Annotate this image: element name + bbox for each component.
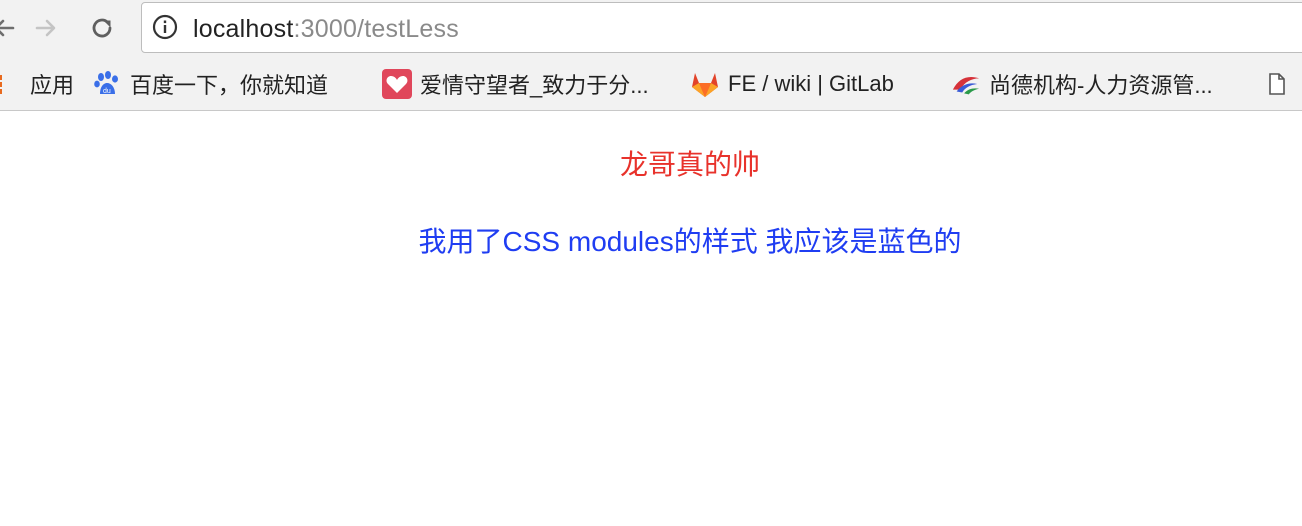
bookmark-apps[interactable]: 应用 [0,66,74,102]
arrow-left-icon [0,19,15,37]
url-host: localhost [193,15,294,43]
svg-text:du: du [103,88,111,95]
bookmark-baidu[interactable]: du 百度一下，你就知道 [92,66,328,102]
info-icon[interactable] [152,14,178,40]
url-path: :3000/testLess [293,15,459,43]
bookmark-label: 尚德机构-人力资源管... [989,73,1213,98]
bookmark-label: 应用 [30,73,75,98]
bookmark-file[interactable] [1262,66,1300,102]
gitlab-fox-icon [690,69,720,99]
red-styled-text: 龙哥真的帅 [619,149,760,180]
arrow-right-icon [35,19,56,37]
reload-button[interactable] [84,10,120,46]
file-icon [1262,69,1292,99]
blue-css-modules-text: 我用了CSS modules的样式 我应该是蓝色的 [418,226,962,257]
forward-button[interactable] [28,10,64,46]
back-button[interactable] [0,10,22,46]
shangde-logo-icon [951,69,981,99]
apps-grid-icon [0,69,22,99]
bookmark-label: FE / wiki | GitLab [728,71,894,96]
bookmarks-bar: 应用 du 百度一下，你就知道 爱情守望者_致力于分... FE / wiki … [0,58,1302,110]
browser-chrome: localhost:3000/testLess 应用 du 百度一下，你就知道 … [0,0,1302,111]
baidu-paw-icon: du [92,69,122,99]
bookmark-label: 爱情守望者_致力于分... [420,73,649,98]
reload-icon [92,18,112,38]
url-text[interactable]: localhost:3000/testLess [193,14,459,44]
bookmark-shangde[interactable]: 尚德机构-人力资源管... [951,66,1213,102]
bookmark-gitlab[interactable]: FE / wiki | GitLab [690,66,894,102]
address-bar[interactable]: localhost:3000/testLess [141,2,1302,53]
browser-toolbar: localhost:3000/testLess [0,0,1302,58]
bookmark-label: 百度一下，你就知道 [130,73,329,98]
page-content: 龙哥真的帅 我用了CSS modules的样式 我应该是蓝色的 [0,111,1302,526]
heart-icon [382,69,412,99]
bookmark-love-guard[interactable]: 爱情守望者_致力于分... [382,66,649,102]
